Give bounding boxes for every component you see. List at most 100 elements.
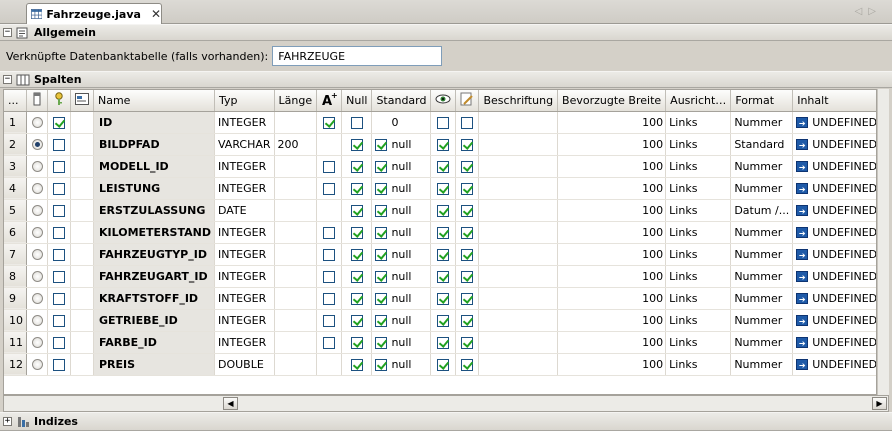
close-icon[interactable]: ✕	[151, 7, 161, 21]
visible-checkbox[interactable]	[437, 182, 450, 195]
editable-checkbox[interactable]	[461, 292, 474, 305]
horizontal-scrollbar[interactable]: ◀ ▶	[3, 395, 889, 412]
table-row[interactable]: 7 FAHRZEUGTYP_ID INTEGER null 100 Links Nummer…	[4, 243, 876, 266]
nullable-checkbox[interactable]	[350, 116, 363, 129]
auto-increment-checkbox[interactable]	[323, 248, 336, 261]
header-visible[interactable]	[430, 90, 457, 112]
select-content-icon[interactable]: ➔	[796, 271, 809, 282]
header-name[interactable]: Name	[93, 90, 215, 112]
prev-tab-icon[interactable]: ◁	[855, 6, 869, 17]
content-cell[interactable]: ➔ UNDEFINED	[792, 133, 876, 156]
auto-increment-checkbox[interactable]	[323, 226, 336, 239]
next-tab-icon[interactable]: ▷	[868, 6, 882, 17]
table-row[interactable]: 11 FARBE_ID INTEGER null 100 Links Nummer ➔ UNDE…	[4, 331, 876, 354]
header-type[interactable]: Typ	[214, 90, 275, 112]
content-cell[interactable]: ➔ UNDEFINED	[792, 265, 876, 288]
nullable-checkbox[interactable]	[350, 204, 363, 217]
select-content-icon[interactable]: ➔	[796, 293, 809, 304]
default-cell[interactable]: null	[371, 243, 432, 266]
editable-checkbox[interactable]	[461, 336, 474, 349]
header-caption[interactable]: Beschriftung	[478, 90, 559, 112]
nullable-checkbox[interactable]	[350, 226, 363, 239]
header-primary[interactable]	[26, 90, 48, 112]
caption-cell[interactable]	[478, 331, 559, 354]
primary-radio[interactable]	[31, 227, 43, 238]
header-null[interactable]: Null	[341, 90, 373, 112]
nullable-checkbox[interactable]	[350, 336, 363, 349]
default-checkbox[interactable]	[375, 204, 388, 217]
primary-radio[interactable]	[31, 117, 43, 128]
caption-cell[interactable]	[478, 177, 559, 200]
content-cell[interactable]: ➔ UNDEFINED	[792, 177, 876, 200]
caption-cell[interactable]	[478, 155, 559, 178]
table-row[interactable]: 5 ERSTZULASSUNG DATE null 100 Links Datum /...…	[4, 199, 876, 222]
header-pref-width[interactable]: Bevorzugte Breite	[557, 90, 667, 112]
visible-checkbox[interactable]	[437, 226, 450, 239]
auto-increment-checkbox[interactable]	[323, 160, 336, 173]
visible-checkbox[interactable]	[437, 358, 450, 371]
table-row[interactable]: 4 LEISTUNG INTEGER null 100 Links Nummer ➔ UNDEF…	[4, 177, 876, 200]
primary-radio[interactable]	[31, 161, 43, 172]
primary-radio[interactable]	[31, 337, 43, 348]
caption-cell[interactable]	[478, 221, 559, 244]
content-cell[interactable]: ➔ UNDEFINED	[792, 199, 876, 222]
auto-increment-checkbox[interactable]	[323, 336, 336, 349]
default-cell[interactable]: null	[371, 199, 432, 222]
select-content-icon[interactable]: ➔	[796, 359, 809, 370]
primary-radio[interactable]	[31, 183, 43, 194]
default-cell[interactable]: null	[371, 221, 432, 244]
key-checkbox[interactable]	[53, 248, 65, 261]
header-length[interactable]: Länge	[274, 90, 318, 112]
collapse-icon[interactable]: −	[3, 75, 12, 84]
editable-checkbox[interactable]	[461, 270, 474, 283]
header-auto[interactable]: A+	[316, 90, 343, 112]
nullable-checkbox[interactable]	[350, 292, 363, 305]
content-cell[interactable]: ➔ UNDEFINED	[792, 111, 876, 134]
visible-checkbox[interactable]	[437, 336, 450, 349]
nullable-checkbox[interactable]	[350, 358, 363, 371]
content-cell[interactable]: ➔ UNDEFINED	[792, 243, 876, 266]
content-cell[interactable]: ➔ UNDEFINED	[792, 287, 876, 310]
auto-increment-checkbox[interactable]	[323, 270, 336, 283]
default-cell[interactable]: 0	[371, 111, 432, 134]
primary-radio[interactable]	[31, 271, 43, 282]
key-checkbox[interactable]	[53, 358, 65, 371]
editable-checkbox[interactable]	[461, 358, 474, 371]
scroll-right-button[interactable]: ▶	[872, 397, 887, 410]
section-general-header[interactable]: − Allgemein	[0, 24, 892, 41]
editable-checkbox[interactable]	[461, 204, 474, 217]
table-row[interactable]: 2 BILDPFAD VARCHAR 200 null 100 Links Standard ➔…	[4, 133, 876, 156]
default-cell[interactable]: null	[371, 353, 432, 376]
caption-cell[interactable]	[478, 243, 559, 266]
default-checkbox[interactable]	[375, 336, 388, 349]
header-key[interactable]	[47, 90, 71, 112]
row-number-header[interactable]: ...	[4, 90, 27, 112]
editable-checkbox[interactable]	[461, 226, 474, 239]
select-content-icon[interactable]: ➔	[796, 139, 809, 150]
editor-tab[interactable]: Fahrzeuge.java ✕	[26, 3, 162, 24]
key-checkbox[interactable]	[53, 292, 65, 305]
editable-checkbox[interactable]	[461, 116, 474, 129]
scroll-left-button[interactable]: ◀	[223, 397, 238, 410]
nullable-checkbox[interactable]	[350, 160, 363, 173]
caption-cell[interactable]	[478, 353, 559, 376]
caption-cell[interactable]	[478, 265, 559, 288]
content-cell[interactable]: ➔ UNDEFINED	[792, 221, 876, 244]
content-cell[interactable]: ➔ UNDEFINED	[792, 155, 876, 178]
header-content[interactable]: Inhalt	[792, 90, 876, 112]
default-checkbox[interactable]	[375, 358, 388, 371]
default-cell[interactable]: null	[371, 133, 432, 156]
header-edit[interactable]	[455, 90, 480, 112]
default-checkbox[interactable]	[375, 182, 388, 195]
select-content-icon[interactable]: ➔	[796, 337, 809, 348]
nullable-checkbox[interactable]	[350, 314, 363, 327]
select-content-icon[interactable]: ➔	[796, 183, 809, 194]
content-cell[interactable]: ➔ UNDEFINED	[792, 331, 876, 354]
select-content-icon[interactable]: ➔	[796, 205, 809, 216]
vertical-scrollbar[interactable]	[877, 89, 889, 395]
select-content-icon[interactable]: ➔	[796, 117, 809, 128]
primary-radio[interactable]	[31, 139, 43, 150]
nullable-checkbox[interactable]	[350, 138, 363, 151]
visible-checkbox[interactable]	[437, 204, 450, 217]
default-checkbox[interactable]	[375, 248, 388, 261]
